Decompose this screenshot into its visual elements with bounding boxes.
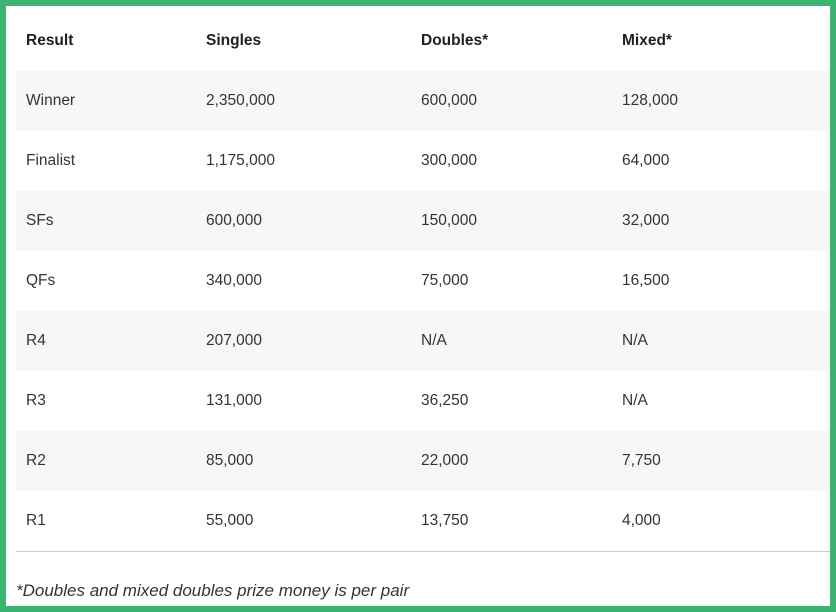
page-frame: Result Singles Doubles* Mixed* Winner 2,… (0, 0, 836, 612)
cell-mixed: 64,000 (612, 131, 830, 191)
cell-result: QFs (16, 251, 196, 311)
cell-mixed: N/A (612, 311, 830, 371)
cell-singles: 131,000 (196, 371, 411, 431)
cell-doubles: N/A (411, 311, 612, 371)
header-doubles: Doubles* (421, 32, 489, 49)
cell-mixed: 4,000 (612, 491, 830, 551)
prize-money-footnote: *Doubles and mixed doubles prize money i… (16, 581, 410, 600)
cell-doubles: 75,000 (411, 251, 612, 311)
cell-result: SFs (16, 191, 196, 251)
header-result: Result (26, 32, 74, 49)
prize-money-table: Result Singles Doubles* Mixed* Winner 2,… (16, 11, 830, 551)
cell-mixed: 16,500 (612, 251, 830, 311)
cell-result: R4 (16, 311, 196, 371)
cell-doubles: 300,000 (411, 131, 612, 191)
cell-doubles: 13,750 (411, 491, 612, 551)
cell-result: R3 (16, 371, 196, 431)
cell-doubles: 36,250 (411, 371, 612, 431)
prize-money-table-container: Result Singles Doubles* Mixed* Winner 2,… (16, 11, 830, 551)
cell-singles: 1,175,000 (196, 131, 411, 191)
cell-singles: 340,000 (196, 251, 411, 311)
cell-mixed: 7,750 (612, 431, 830, 491)
cell-singles: 600,000 (196, 191, 411, 251)
table-row: R2 85,000 22,000 7,750 (16, 431, 830, 491)
cell-doubles: 22,000 (411, 431, 612, 491)
table-row: QFs 340,000 75,000 16,500 (16, 251, 830, 311)
header-singles: Singles (206, 32, 262, 49)
cell-doubles: 600,000 (411, 71, 612, 131)
table-row: Finalist 1,175,000 300,000 64,000 (16, 131, 830, 191)
cell-singles: 55,000 (196, 491, 411, 551)
table-row: R4 207,000 N/A N/A (16, 311, 830, 371)
cell-result: Winner (16, 71, 196, 131)
cell-mixed: N/A (612, 371, 830, 431)
table-footer-divider (16, 551, 830, 552)
cell-result: Finalist (16, 131, 196, 191)
cell-singles: 85,000 (196, 431, 411, 491)
cell-singles: 207,000 (196, 311, 411, 371)
cell-result: R2 (16, 431, 196, 491)
table-row: Winner 2,350,000 600,000 128,000 (16, 71, 830, 131)
cell-mixed: 32,000 (612, 191, 830, 251)
cell-result: R1 (16, 491, 196, 551)
table-row: R1 55,000 13,750 4,000 (16, 491, 830, 551)
table-row: SFs 600,000 150,000 32,000 (16, 191, 830, 251)
table-header-row: Result Singles Doubles* Mixed* (16, 11, 830, 71)
table-row: R3 131,000 36,250 N/A (16, 371, 830, 431)
cell-doubles: 150,000 (411, 191, 612, 251)
cell-singles: 2,350,000 (196, 71, 411, 131)
header-mixed: Mixed* (622, 32, 672, 49)
cell-mixed: 128,000 (612, 71, 830, 131)
